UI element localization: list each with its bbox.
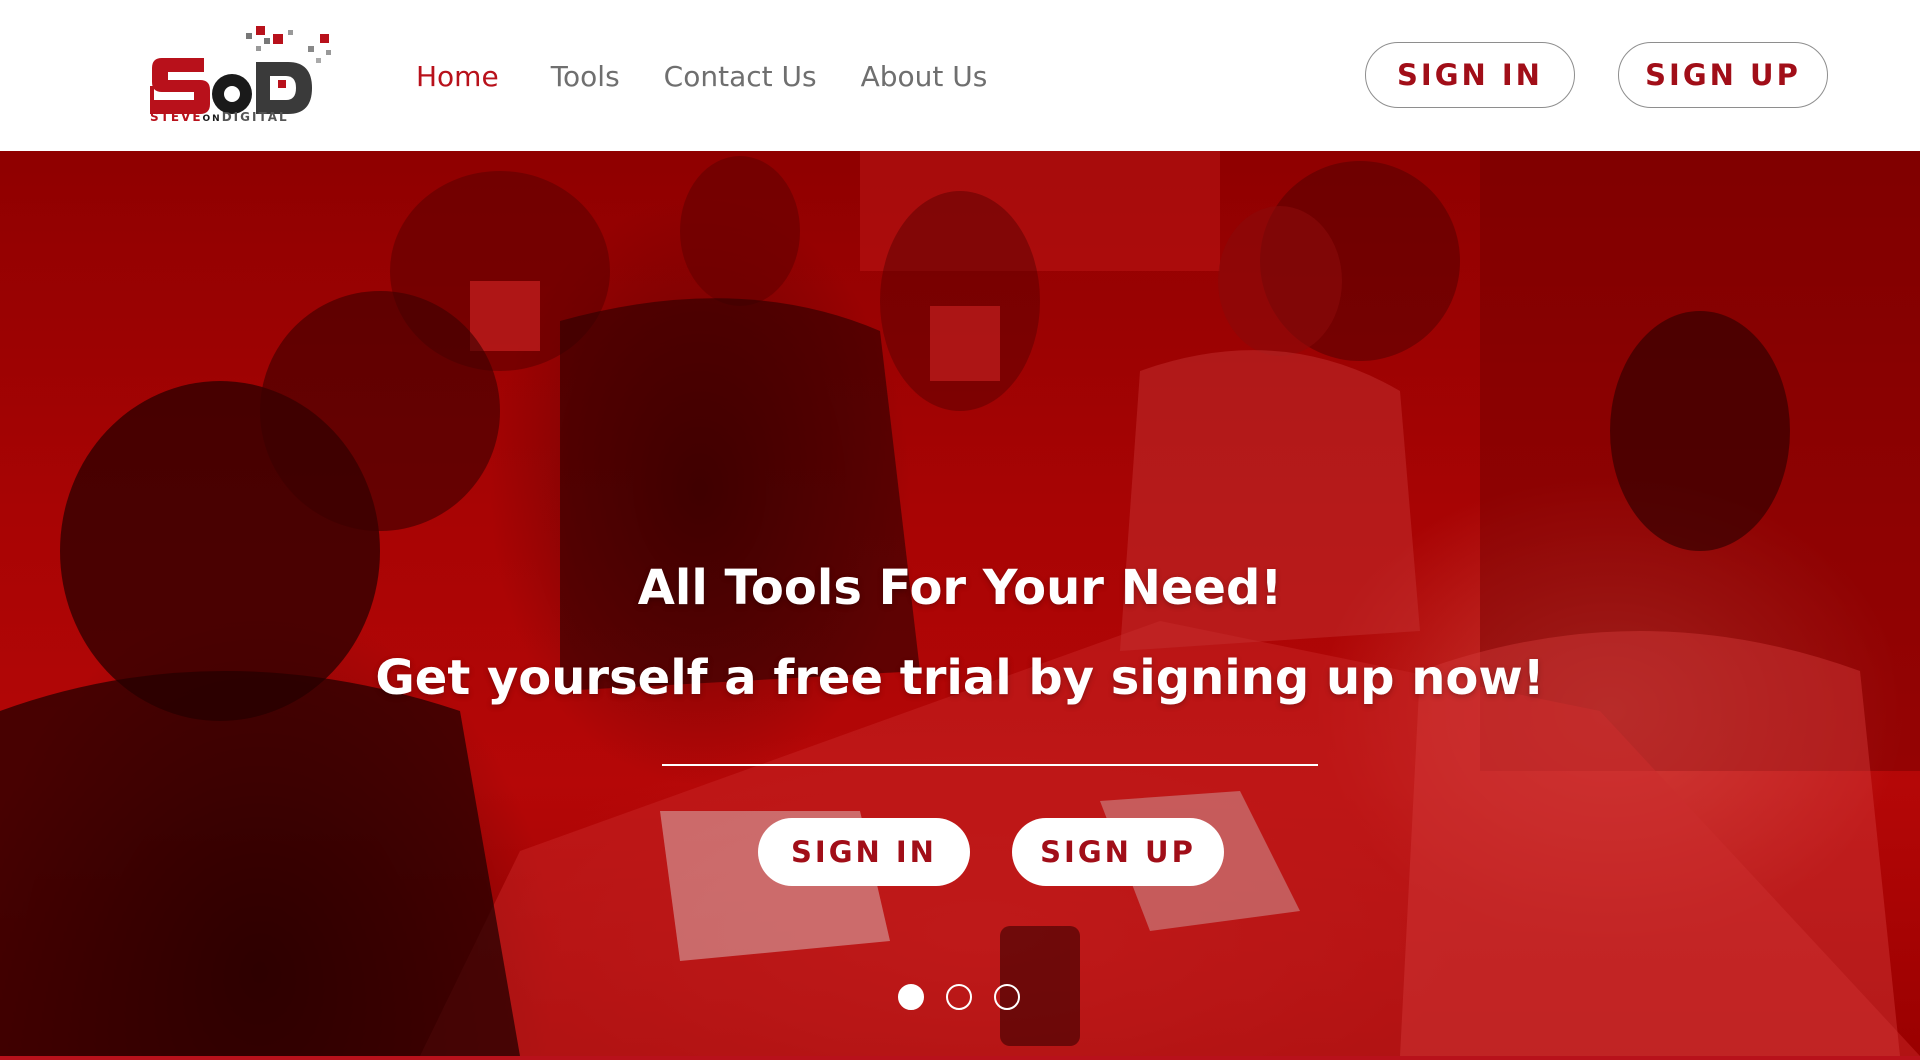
hero-sign-up-button[interactable]: SIGN UP (1012, 818, 1224, 886)
steve-on-digital-logo[interactable]: STEVEONDIGITAL (148, 22, 334, 126)
carousel-indicators (898, 984, 1042, 1010)
hero-headline: All Tools For Your Need! (637, 560, 1283, 616)
logo-word-on: ON (202, 114, 222, 124)
carousel-dot-1[interactable] (898, 984, 924, 1010)
hero-sign-in-button[interactable]: SIGN IN (758, 818, 970, 886)
header-sign-up-button[interactable]: SIGN UP (1618, 42, 1828, 108)
nav-about-us[interactable]: About Us (861, 60, 988, 93)
logo-wordmark: STEVEONDIGITAL (150, 110, 289, 124)
nav-home[interactable]: Home (416, 60, 499, 93)
hero-subheadline: Get yourself a free trial by signing up … (375, 650, 1545, 706)
site-header: STEVEONDIGITAL Home Tools Contact Us Abo… (0, 0, 1920, 151)
hero-bottom-border (0, 1056, 1920, 1060)
nav-contact-us[interactable]: Contact Us (664, 60, 817, 93)
nav-tools[interactable]: Tools (551, 60, 620, 93)
logo-word-digital: DIGITAL (221, 110, 289, 124)
main-nav: Home Tools Contact Us About Us (416, 54, 1031, 98)
logo-word-steve: STEVE (150, 110, 203, 124)
hero-banner: All Tools For Your Need! Get yourself a … (0, 151, 1920, 1056)
header-sign-in-button[interactable]: SIGN IN (1365, 42, 1575, 108)
carousel-dot-2[interactable] (946, 984, 972, 1010)
hero-divider (662, 764, 1318, 766)
carousel-dot-3[interactable] (994, 984, 1020, 1010)
